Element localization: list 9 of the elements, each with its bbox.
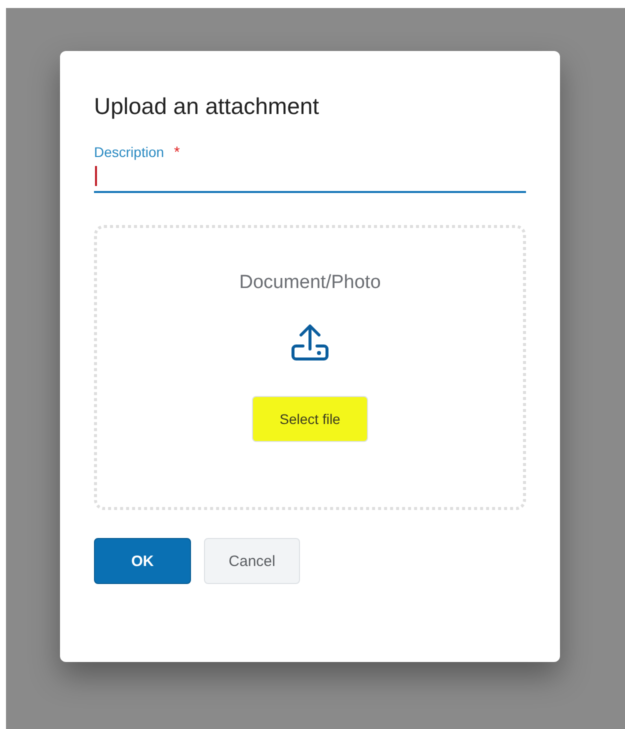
select-file-button[interactable]: Select file	[252, 396, 368, 442]
ok-button[interactable]: OK	[94, 538, 191, 584]
dropzone[interactable]: Document/Photo Select file	[94, 225, 526, 510]
field-label: Description	[94, 144, 164, 160]
cancel-button[interactable]: Cancel	[204, 538, 300, 584]
dialog-title: Upload an attachment	[94, 92, 320, 121]
dropzone-heading: Document/Photo	[239, 272, 381, 294]
required-mark: *	[174, 144, 180, 161]
upload-icon	[290, 324, 330, 362]
